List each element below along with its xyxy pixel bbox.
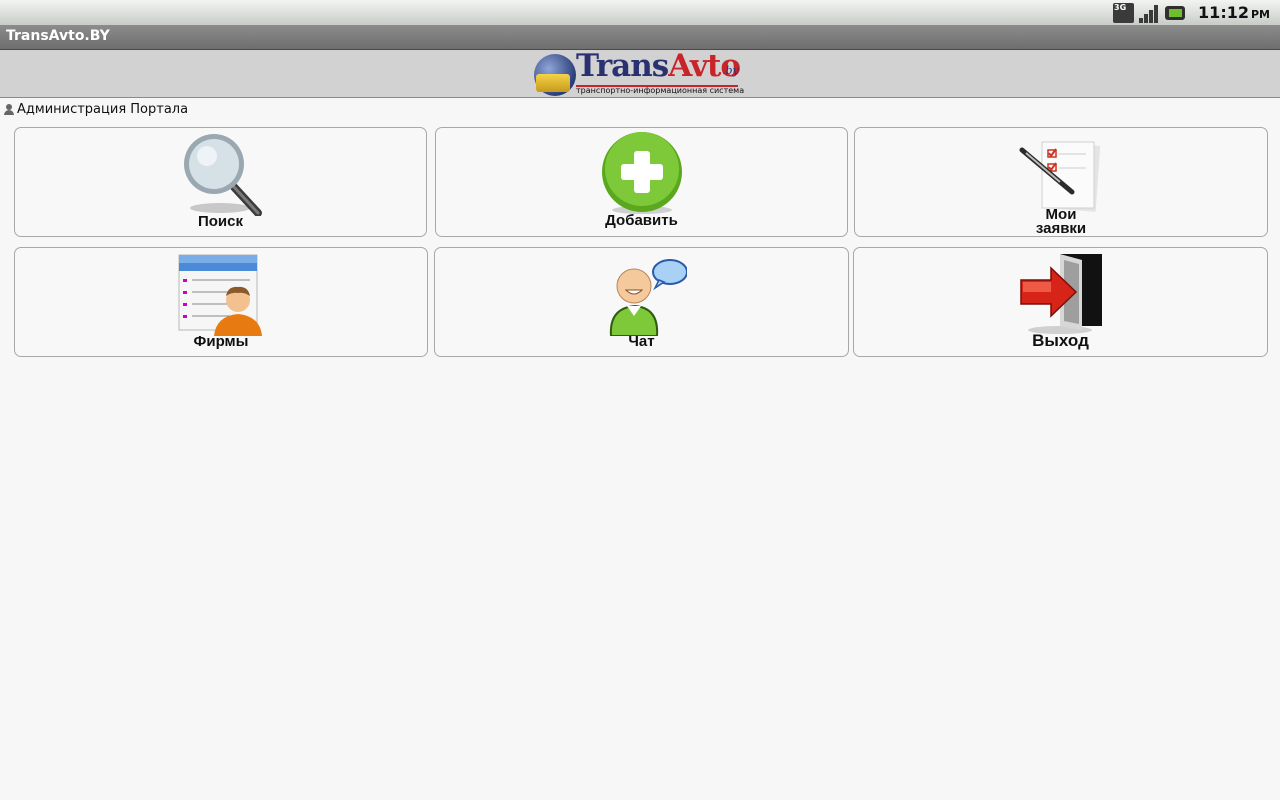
3g-icon: 3G bbox=[1113, 2, 1135, 23]
title-bar: TransAvto.BY bbox=[0, 25, 1280, 50]
chat-icon bbox=[597, 252, 688, 337]
battery-icon bbox=[1165, 5, 1186, 20]
my-requests-tile-button[interactable]: Мои заявки bbox=[854, 127, 1268, 237]
exit-label: Выход bbox=[1032, 331, 1089, 350]
add-tile-button[interactable]: Добавить bbox=[435, 127, 848, 237]
logo-header: TransAvto .by транспортно-информационная… bbox=[0, 48, 1280, 98]
logo-wordmark: TransAvto bbox=[576, 48, 741, 84]
transavto-logo: TransAvto .by транспортно-информационная… bbox=[534, 48, 744, 96]
logo-tagline: транспортно-информационная система bbox=[576, 86, 745, 95]
exit-tile-button[interactable]: Выход bbox=[853, 247, 1268, 357]
search-tile-button[interactable]: Поиск bbox=[14, 127, 427, 237]
clock-time: 11:12 bbox=[1198, 3, 1249, 22]
chat-label: Чат bbox=[628, 333, 655, 350]
user-name: Администрация Портала bbox=[17, 101, 189, 117]
signal-icon bbox=[1139, 3, 1160, 23]
current-user: Администрация Портала bbox=[4, 100, 188, 118]
my-requests-icon bbox=[1016, 132, 1106, 216]
add-label: Добавить bbox=[605, 212, 678, 229]
firms-label: Фирмы bbox=[193, 333, 249, 350]
exit-icon bbox=[1016, 252, 1106, 336]
clock: 11:12 PM bbox=[1198, 3, 1270, 22]
clock-ampm: PM bbox=[1250, 8, 1270, 21]
status-bar: 3G 11:12 PM bbox=[0, 0, 1280, 25]
chat-tile-button[interactable]: Чат bbox=[434, 247, 849, 357]
my-requests-label: Мои заявки bbox=[1035, 206, 1087, 237]
logo-suffix: .by bbox=[722, 64, 739, 77]
user-icon bbox=[4, 103, 14, 115]
app-title: TransAvto.BY bbox=[6, 28, 110, 44]
firms-tile-button[interactable]: Фирмы bbox=[14, 247, 428, 357]
add-icon bbox=[597, 132, 687, 216]
search-label: Поиск bbox=[197, 213, 243, 230]
truck-icon bbox=[536, 74, 570, 92]
search-icon bbox=[176, 132, 266, 217]
firms-icon bbox=[176, 252, 266, 336]
